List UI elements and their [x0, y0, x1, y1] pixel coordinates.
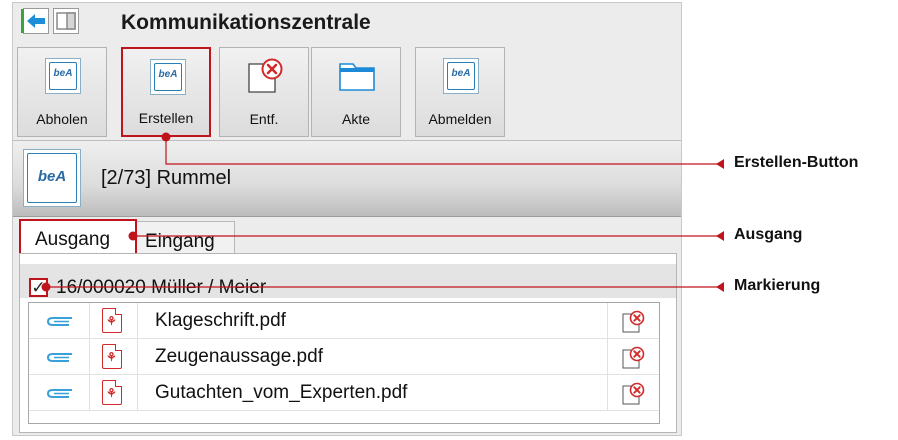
- callout-lines: [41, 132, 722, 292]
- callout-outbox: Ausgang: [734, 226, 803, 243]
- callout-arrow: [716, 231, 724, 241]
- callout-arrow: [716, 282, 724, 292]
- callout-create-button: Erstellen-Button: [734, 154, 859, 171]
- callout-arrow: [716, 159, 724, 169]
- callout-selection: Markierung: [734, 277, 821, 294]
